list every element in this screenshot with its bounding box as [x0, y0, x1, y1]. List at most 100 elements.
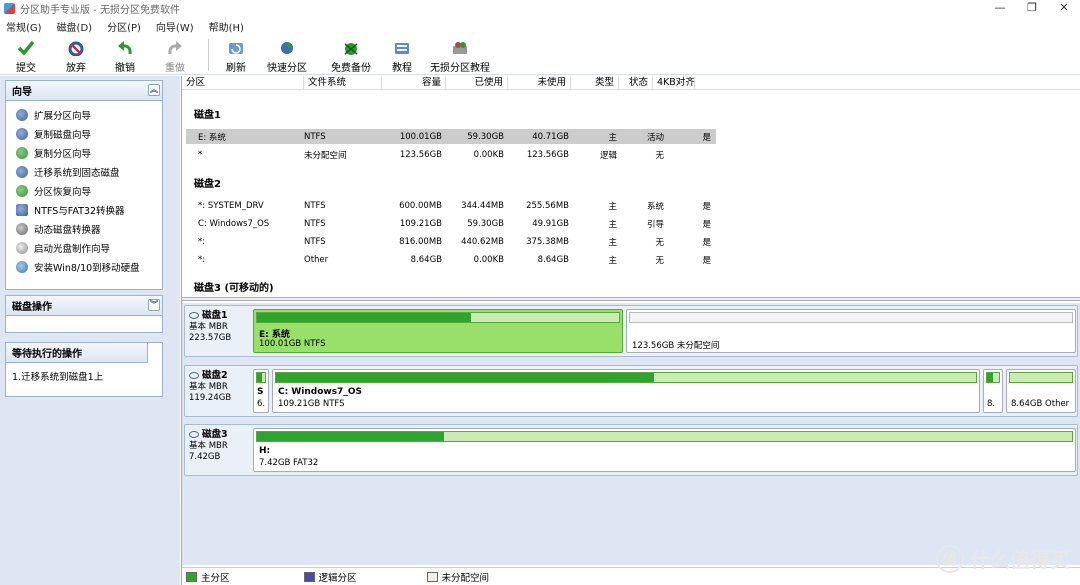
submit-button[interactable]: 提交: [0, 35, 52, 75]
wizard-item-dynamic-disk[interactable]: 动态磁盘转换器: [6, 219, 162, 238]
col-free[interactable]: 未使用: [508, 76, 571, 90]
wizard-item-partition-recovery[interactable]: 分区恢复向导: [6, 181, 162, 200]
close-button[interactable]: ✕: [1048, 0, 1080, 17]
pending-title: 等待执行的操作: [12, 349, 82, 360]
disk-ops-panel: 磁盘操作 ︾: [5, 295, 163, 333]
disk-info: 磁盘2 基本 MBR 119.24GB: [189, 370, 232, 403]
disk-icon: [189, 431, 199, 438]
wizard-item-copy-partition[interactable]: 复制分区向导: [6, 143, 162, 162]
check-icon: [16, 39, 36, 57]
copy-partition-icon: [16, 146, 28, 159]
wizard-item-ntfs-fat32[interactable]: NTFS与FAT32转换器: [6, 200, 162, 219]
watermark: 值 什么值得买: [936, 544, 1070, 573]
partition-block[interactable]: 8.: [983, 369, 1003, 413]
toolbar: 提交 放弃 撤销 重做 刷新 快速分区 免费备份 教程 无损分区教程: [0, 35, 1080, 75]
legend-swatch: [426, 571, 438, 582]
legend-unallocated: 未分配空间: [426, 570, 489, 584]
discard-button[interactable]: 放弃: [52, 35, 100, 75]
lossless-tutorial-button[interactable]: 无损分区教程: [421, 35, 499, 75]
undo-icon: [115, 39, 135, 57]
partition-block[interactable]: S 6.: [253, 369, 269, 413]
partition-block[interactable]: 8.64GB Other: [1006, 369, 1076, 413]
partition-block[interactable]: H: 7.42GB FAT32: [253, 428, 1076, 472]
cd-icon: [16, 241, 28, 254]
disk-info: 磁盘3 基本 MBR 7.42GB: [189, 429, 228, 462]
app-icon: [4, 3, 15, 14]
maximize-button[interactable]: ❐: [1016, 0, 1048, 17]
disk-icon: [189, 372, 199, 379]
discard-icon: [66, 39, 86, 57]
col-filesystem[interactable]: 文件系统: [304, 76, 382, 90]
col-partition[interactable]: 分区: [182, 76, 304, 90]
wizard-panel-title: 向导: [12, 87, 32, 98]
free-backup-button[interactable]: 免费备份: [319, 35, 383, 75]
wizard-item-boot-cd[interactable]: 启动光盘制作向导: [6, 238, 162, 257]
minimize-button[interactable]: —: [984, 0, 1016, 17]
toolbar-separator: [208, 39, 209, 71]
wizard-item-win-to-go[interactable]: 安装Win8/10到移动硬盘: [6, 257, 162, 276]
legend-swatch: [186, 571, 197, 582]
col-status[interactable]: 状态: [619, 76, 653, 90]
disk-icon: [189, 312, 199, 319]
refresh-button[interactable]: 刷新: [217, 35, 255, 75]
watermark-logo: 值: [936, 544, 964, 573]
disk-map-row[interactable]: 磁盘1 基本 MBR 223.57GB E: 系统 100.01GB NTFS 1…: [184, 305, 1078, 357]
menu-disk[interactable]: 磁盘(D): [57, 19, 93, 34]
wizard-item-migrate-os[interactable]: 迁移系统到固态磁盘: [6, 162, 162, 181]
collapse-up-icon[interactable]: ︽: [148, 84, 160, 96]
tutorial-button[interactable]: 教程: [383, 35, 421, 75]
wizard-item-copy-disk[interactable]: 复制磁盘向导: [6, 124, 162, 143]
recovery-icon: [16, 184, 28, 197]
disk2-title: 磁盘2: [194, 179, 221, 190]
disk-info: 磁盘1 基本 MBR 223.57GB: [189, 310, 232, 343]
collapse-down-icon[interactable]: ︾: [148, 299, 160, 311]
dynamic-disk-icon: [16, 222, 28, 235]
menu-wizard[interactable]: 向导(W): [156, 19, 194, 34]
table-row[interactable]: *: NTFS 816.00MB 440.62MB 375.38MB 主 无是: [186, 234, 716, 249]
table-row[interactable]: E: 系统 NTFS 100.01GB 59.30GB 40.71GB 主 活动是: [186, 129, 716, 144]
menu-help[interactable]: 帮助(H): [209, 19, 244, 34]
backup-icon: [341, 39, 361, 57]
menu-general[interactable]: 常规(G): [6, 19, 42, 34]
col-4k-align[interactable]: 4KB对齐: [653, 76, 695, 90]
partition-block[interactable]: E: 系统 100.01GB NTFS: [253, 309, 623, 353]
refresh-icon: [226, 39, 246, 57]
col-capacity[interactable]: 容量: [382, 76, 446, 90]
copy-icon: [16, 127, 28, 140]
windows-icon: [16, 260, 28, 273]
col-type[interactable]: 类型: [571, 76, 619, 90]
pending-item: 1.迁移系统到磁盘1上: [12, 372, 104, 383]
disk-map-row[interactable]: 磁盘3 基本 MBR 7.42GB H: 7.42GB FAT32: [184, 424, 1078, 476]
col-used[interactable]: 已使用: [446, 76, 508, 90]
disk-map-row[interactable]: 磁盘2 基本 MBR 119.24GB S 6. C: Windows7_OS 1…: [184, 365, 1078, 417]
table-row[interactable]: *: SYSTEM_DRV NTFS 600.00MB 344.44MB 255.5…: [186, 198, 716, 213]
column-header: 分区 文件系统 容量 已使用 未使用 类型 状态 4KB对齐: [182, 76, 1080, 90]
menu-bar: 常规(G) 磁盘(D) 分区(P) 向导(W) 帮助(H): [0, 18, 1080, 34]
menu-partition[interactable]: 分区(P): [107, 19, 141, 34]
partition-block[interactable]: C: Windows7_OS 109.21GB NTFS: [272, 369, 980, 413]
redo-button[interactable]: 重做: [150, 35, 200, 75]
legend-primary: 主分区: [186, 570, 230, 584]
wizard-panel: 向导 ︽ 扩展分区向导 复制磁盘向导 复制分区向导 迁移系统到固态磁盘 分区恢复…: [5, 80, 163, 290]
disk1-title: 磁盘1: [194, 110, 221, 121]
lossless-tutorial-icon: [450, 39, 470, 57]
main-area: 分区 文件系统 容量 已使用 未使用 类型 状态 4KB对齐 磁盘1 E: 系统…: [181, 76, 1080, 585]
disk-map: 磁盘1 基本 MBR 223.57GB E: 系统 100.01GB NTFS 1…: [182, 303, 1080, 565]
table-row[interactable]: *: Other 8.64GB 0.00KB 8.64GB 主 无是: [186, 252, 716, 267]
wizard-item-extend-partition[interactable]: 扩展分区向导: [6, 105, 162, 124]
table-row[interactable]: C: Windows7_OS NTFS 109.21GB 59.30GB 49.91…: [186, 216, 716, 231]
partition-list: 磁盘1 E: 系统 NTFS 100.01GB 59.30GB 40.71GB 主 活…: [182, 91, 1080, 297]
table-row[interactable]: * 未分配空间 123.56GB 0.00KB 123.56GB 逻辑 无: [186, 147, 716, 162]
legend-swatch: [303, 571, 315, 582]
legend-logical: 逻辑分区: [303, 570, 357, 584]
tutorial-icon: [392, 39, 412, 57]
unallocated-block[interactable]: 123.56GB 未分配空间: [626, 309, 1076, 353]
quick-partition-button[interactable]: 快速分区: [255, 35, 319, 75]
title-bar: 分区助手专业版 - 无损分区免费软件 — ❐ ✕: [0, 0, 1080, 17]
disk3-title: 磁盘3 (可移动的): [194, 283, 274, 294]
pane-splitter[interactable]: [182, 297, 1080, 301]
undo-button[interactable]: 撤销: [100, 35, 150, 75]
migrate-icon: [16, 165, 28, 178]
quick-partition-icon: [277, 39, 297, 57]
pending-panel: 等待执行的操作 1.迁移系统到磁盘1上: [5, 342, 163, 397]
